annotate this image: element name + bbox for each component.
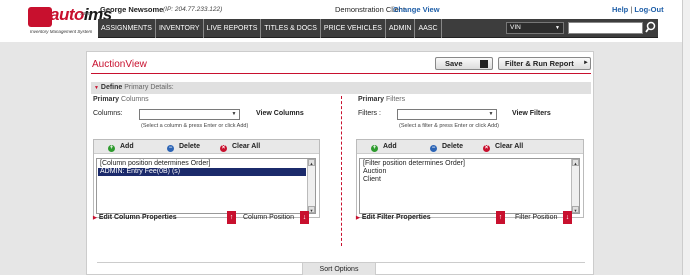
primary-filters-heading: Primary Filters <box>358 96 406 103</box>
list-item[interactable]: [Filter position determines Order] <box>361 160 570 168</box>
filters-lines: [Filter position determines Order] Auctio… <box>361 160 570 184</box>
page-scrollbar[interactable] <box>682 0 690 275</box>
scroll-up-icon[interactable]: ▲ <box>572 159 579 166</box>
magnifier-icon[interactable] <box>645 21 656 35</box>
define-label: Define <box>100 84 123 91</box>
user-ip: (IP: 204.77.233.122) <box>163 6 223 13</box>
columns-select[interactable]: ▼ <box>139 109 240 120</box>
chevron-down-icon: ▼ <box>231 111 237 117</box>
search-type-select[interactable]: VIN ▼ <box>506 22 564 34</box>
filter-move-down-icon[interactable]: ↓ <box>563 211 572 224</box>
view-columns-link[interactable]: View Columns <box>256 110 304 117</box>
clear-icon: × <box>220 145 227 152</box>
chevron-down-icon: ▼ <box>555 25 560 31</box>
columns-hint: (Select a column & press Enter or click … <box>141 123 249 129</box>
logo-badge <box>28 7 52 27</box>
collapse-triangle-icon: ▼ <box>94 85 99 91</box>
nav-item-inventory[interactable]: INVENTORY <box>156 19 204 38</box>
minus-icon: − <box>167 145 174 152</box>
column-move-up-icon[interactable]: ↑ <box>227 211 236 224</box>
change-view-link[interactable]: Change View <box>393 5 440 14</box>
main-nav: ASSIGNMENTS INVENTORY LIVE REPORTS TITLES &… <box>98 19 658 38</box>
clear-columns-button[interactable]: × Clear All <box>220 142 260 152</box>
clear-filters-button[interactable]: × Clear All <box>483 142 523 152</box>
arrow-right-icon: ► <box>583 60 589 66</box>
plus-icon: + <box>371 145 378 152</box>
chevron-down-icon: ▼ <box>488 111 494 117</box>
delete-column-button[interactable]: − Delete <box>167 142 200 152</box>
columns-lines: [Column position determines Order] ADMIN:… <box>98 160 306 176</box>
columns-toolbar: + Add − Delete × Clear All <box>94 140 319 154</box>
title-divider <box>91 73 591 74</box>
app-header: autoims .com Inventory Management System… <box>0 0 690 42</box>
filters-select[interactable]: ▼ <box>397 109 497 120</box>
edit-filter-label: Edit Filter Properties <box>361 214 431 221</box>
list-item[interactable]: Client <box>361 176 570 184</box>
user-name: George Newsome <box>100 5 164 14</box>
define-sub: Primary Details: <box>124 84 174 91</box>
columns-label: Columns: <box>93 110 123 117</box>
search-input[interactable] <box>568 22 643 34</box>
section-divider <box>341 96 342 246</box>
auction-view-panel: AuctionView Save Filter & Run Report ► ▼… <box>86 51 594 275</box>
sort-options-tab[interactable]: Sort Options <box>302 263 376 275</box>
logout-link[interactable]: Log-Out <box>634 5 663 14</box>
nav-item-price-vehicles[interactable]: PRICE VEHICLES <box>321 19 386 38</box>
filter-position-label: Filter Position <box>515 214 558 221</box>
expand-triangle-icon: ▶ <box>93 215 97 221</box>
save-button[interactable]: Save <box>435 57 493 70</box>
floppy-disk-icon <box>480 60 488 68</box>
add-filter-button[interactable]: + Add <box>371 142 397 152</box>
primary-columns-heading: Primary Columns <box>93 96 149 103</box>
filters-toolbar: + Add − Delete × Clear All <box>357 140 583 154</box>
list-item[interactable]: [Column position determines Order] <box>98 160 306 168</box>
filters-scrollbar[interactable]: ▲ ▼ <box>571 159 579 213</box>
filters-label: Filters : <box>358 110 381 117</box>
columns-scrollbar[interactable]: ▲ ▼ <box>307 159 315 213</box>
filter-move-up-icon[interactable]: ↑ <box>496 211 505 224</box>
scroll-up-icon[interactable]: ▲ <box>308 159 315 166</box>
sort-options-bar: Sort Options <box>97 262 585 275</box>
column-position-label: Column Position <box>243 214 294 221</box>
help-link[interactable]: Help <box>612 5 628 14</box>
delete-filter-button[interactable]: − Delete <box>430 142 463 152</box>
columns-listbox[interactable]: [Column position determines Order] ADMIN:… <box>96 158 316 214</box>
filter-run-report-button[interactable]: Filter & Run Report ► <box>498 57 591 70</box>
nav-items: ASSIGNMENTS INVENTORY LIVE REPORTS TITLES &… <box>98 19 442 38</box>
define-primary-details-bar[interactable]: ▼ Define Primary Details: <box>91 82 591 94</box>
logo-com: .com <box>80 11 91 17</box>
nav-item-titles-docs[interactable]: TITLES & DOCS <box>261 19 321 38</box>
column-move-down-icon[interactable]: ↓ <box>300 211 309 224</box>
nav-item-live-reports[interactable]: LIVE REPORTS <box>204 19 262 38</box>
scroll-down-icon[interactable]: ▼ <box>308 206 315 213</box>
list-item[interactable]: ADMIN: Entry Fee(0B) (s) <box>98 168 306 176</box>
edit-column-label: Edit Column Properties <box>98 214 177 221</box>
scroll-down-icon[interactable]: ▼ <box>572 206 579 213</box>
edit-filter-properties-link[interactable]: ▶ Edit Filter Properties <box>356 214 431 221</box>
page-title: AuctionView <box>92 59 147 70</box>
edit-column-properties-link[interactable]: ▶ Edit Column Properties <box>93 214 177 221</box>
nav-item-assignments[interactable]: ASSIGNMENTS <box>98 19 156 38</box>
filters-hint: (Select a filter & press Enter or click … <box>399 123 499 129</box>
search-type-value: VIN <box>510 24 521 31</box>
list-item[interactable]: Auction <box>361 168 570 176</box>
filters-listbox[interactable]: [Filter position determines Order] Auctio… <box>359 158 580 214</box>
expand-triangle-icon: ▶ <box>356 215 360 221</box>
help-links: Help | Log-Out <box>612 5 664 14</box>
view-filters-link[interactable]: View Filters <box>512 110 551 117</box>
clear-icon: × <box>483 145 490 152</box>
help-separator: | <box>630 5 633 14</box>
save-label: Save <box>445 59 463 68</box>
nav-item-admin[interactable]: ADMIN <box>386 19 416 38</box>
autoims-logo[interactable]: autoims .com Inventory Management System <box>28 5 112 37</box>
logo-tagline: Inventory Management System <box>30 29 93 34</box>
minus-icon: − <box>430 145 437 152</box>
filter-run-label: Filter & Run Report <box>505 59 574 68</box>
add-column-button[interactable]: + Add <box>108 142 134 152</box>
plus-icon: + <box>108 145 115 152</box>
filters-list-box: + Add − Delete × Clear All [Filter position… <box>356 139 584 218</box>
columns-list-box: + Add − Delete × Clear All [Column position… <box>93 139 320 218</box>
nav-item-aasc[interactable]: AASC <box>415 19 442 38</box>
